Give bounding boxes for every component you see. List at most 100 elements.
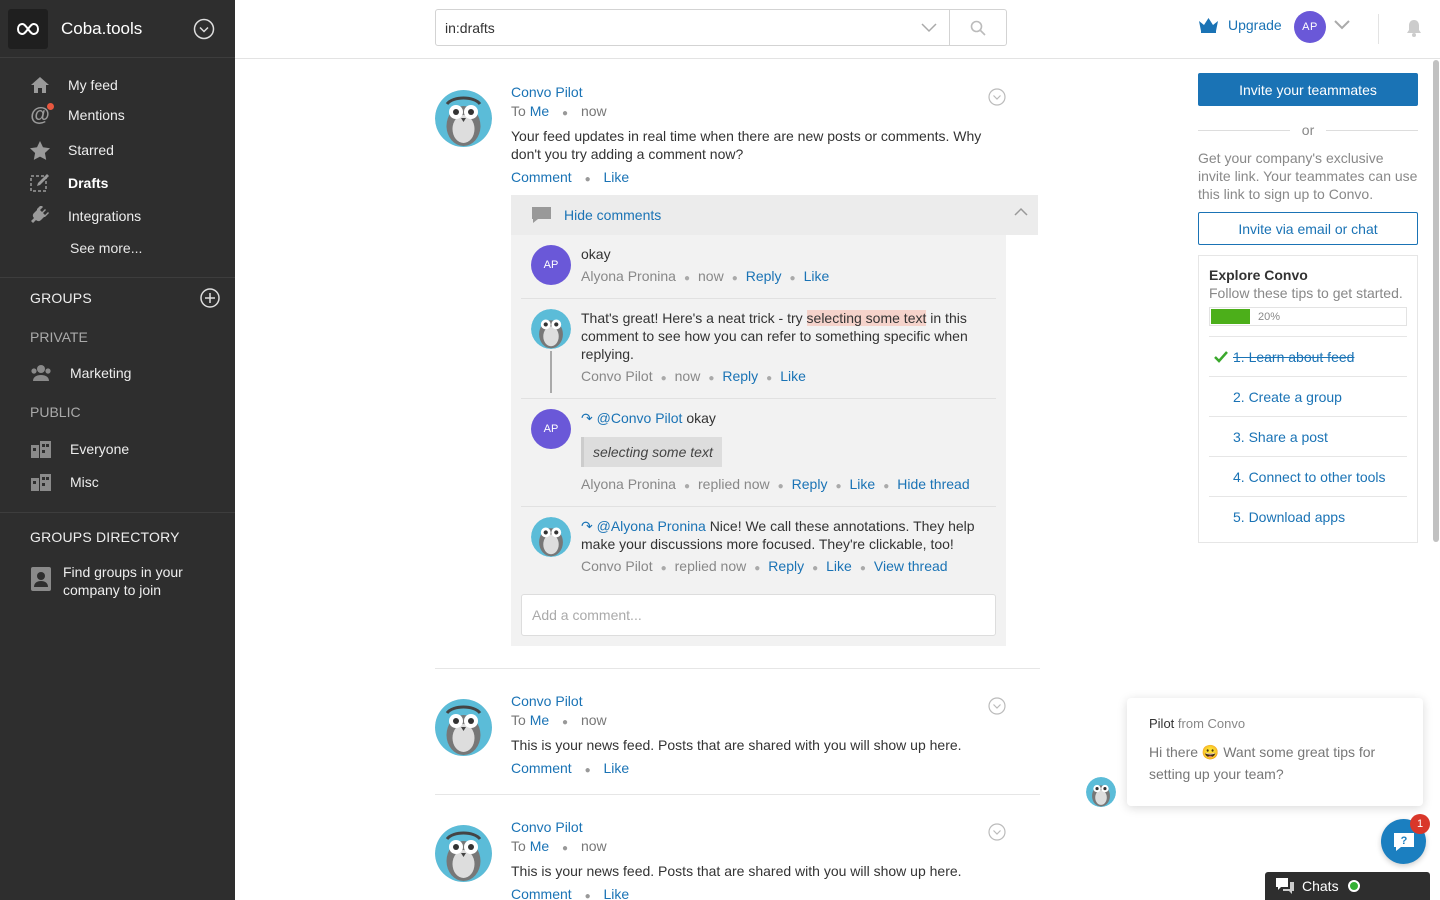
reply-button[interactable]: Reply xyxy=(746,268,782,284)
steps-list: 1. Learn about feed 2. Create a group 3.… xyxy=(1209,336,1407,536)
comment-button[interactable]: Comment xyxy=(511,886,572,900)
group-item-marketing[interactable]: Marketing xyxy=(0,356,235,390)
nav-label: Integrations xyxy=(68,208,142,224)
like-button[interactable]: Like xyxy=(850,476,876,492)
post-author[interactable]: Convo Pilot xyxy=(511,819,1006,836)
like-button[interactable]: Like xyxy=(804,268,830,284)
infinity-logo-icon[interactable] xyxy=(8,8,48,49)
nav-item-mentions[interactable]: @ Mentions xyxy=(0,100,235,130)
upgrade-link[interactable]: Upgrade xyxy=(1198,17,1282,33)
recipient-link[interactable]: Me xyxy=(530,103,549,119)
post-actions: Comment ● Like xyxy=(511,885,1006,900)
divider xyxy=(1378,14,1379,44)
group-item-everyone[interactable]: Everyone xyxy=(0,432,235,465)
nav-item-integrations[interactable]: Integrations xyxy=(0,196,235,236)
owl-avatar-icon[interactable] xyxy=(1086,777,1116,807)
separator-dot: ● xyxy=(708,373,715,384)
search-button[interactable] xyxy=(949,10,1006,45)
add-group-icon[interactable] xyxy=(200,288,220,308)
annotation-quote[interactable]: selecting some text xyxy=(581,437,722,467)
divider xyxy=(0,512,235,513)
like-button[interactable]: Like xyxy=(604,169,630,185)
post-menu-icon[interactable] xyxy=(988,823,1006,841)
owl-avatar-icon[interactable] xyxy=(435,699,492,756)
chevron-down-circle-icon[interactable] xyxy=(193,18,215,40)
reply-arrow-icon: ↷ xyxy=(581,410,593,426)
notification-badge: 1 xyxy=(1410,814,1430,834)
hide-comments-bar[interactable]: Hide comments xyxy=(511,195,1038,235)
post-text: This is your news feed. Posts that are s… xyxy=(511,863,962,879)
like-button[interactable]: Like xyxy=(604,760,630,776)
owl-avatar-icon[interactable] xyxy=(531,517,571,557)
feed: Convo Pilot To Me ● now Your feed update… xyxy=(435,60,1040,900)
reply-button[interactable]: Reply xyxy=(792,476,828,492)
pilot-chat-popup[interactable]: Pilot from Convo Hi there 😀 Want some gr… xyxy=(1127,698,1423,806)
separator-dot: ● xyxy=(812,563,819,574)
comment: ↷ @Alyona Pronina Nice! We call these an… xyxy=(521,507,996,588)
divider-line xyxy=(1326,129,1419,131)
user-avatar[interactable]: AP xyxy=(1294,11,1326,43)
post-author[interactable]: Convo Pilot xyxy=(511,693,1006,710)
commenter-avatar[interactable]: AP xyxy=(531,409,571,449)
or-label: or xyxy=(1301,122,1315,138)
annotation-highlight[interactable]: selecting some text xyxy=(806,310,927,326)
view-thread-button[interactable]: View thread xyxy=(874,558,948,574)
like-button[interactable]: Like xyxy=(780,368,806,384)
hide-thread-button[interactable]: Hide thread xyxy=(897,476,969,492)
find-groups-link[interactable]: Find groups in your company to join xyxy=(0,563,235,599)
mention-link[interactable]: @Alyona Pronina xyxy=(597,518,706,534)
chevron-down-icon[interactable] xyxy=(909,10,949,45)
popup-sender: Pilot from Convo xyxy=(1149,716,1401,731)
step-item[interactable]: 1. Learn about feed xyxy=(1209,336,1407,376)
chats-bar[interactable]: Chats xyxy=(1265,872,1430,900)
chevron-up-icon[interactable] xyxy=(1014,207,1028,216)
step-item[interactable]: 2. Create a group xyxy=(1209,376,1407,416)
step-item[interactable]: 4. Connect to other tools xyxy=(1209,456,1407,496)
see-more-link[interactable]: See more... xyxy=(0,236,235,260)
comment-button[interactable]: Comment xyxy=(511,760,572,776)
post-author[interactable]: Convo Pilot xyxy=(511,84,1006,101)
like-button[interactable]: Like xyxy=(604,886,630,900)
reply-button[interactable]: Reply xyxy=(722,368,758,384)
step-item[interactable]: 5. Download apps xyxy=(1209,496,1407,536)
owl-avatar-icon[interactable] xyxy=(531,309,571,349)
find-groups-label: Find groups in your company to join xyxy=(63,564,183,598)
recipient-link[interactable]: Me xyxy=(530,838,549,854)
to-label: To xyxy=(511,838,526,854)
commenter-avatar[interactable]: AP xyxy=(531,245,571,285)
progress-fill xyxy=(1211,309,1250,324)
add-comment-input[interactable] xyxy=(532,607,995,623)
bell-icon[interactable] xyxy=(1406,19,1422,37)
nav-item-starred[interactable]: Starred xyxy=(0,130,235,170)
comment-button[interactable]: Comment xyxy=(511,169,572,185)
like-button[interactable]: Like xyxy=(826,558,852,574)
invite-teammates-button[interactable]: Invite your teammates xyxy=(1198,73,1418,106)
chevron-down-icon[interactable] xyxy=(1334,20,1350,30)
mention-link[interactable]: @Convo Pilot xyxy=(597,410,683,426)
separator-dot: ● xyxy=(660,563,667,574)
comment-time: replied now xyxy=(698,476,770,492)
post-body: Convo Pilot To Me ● now Your feed update… xyxy=(511,84,1006,189)
post-menu-icon[interactable] xyxy=(988,88,1006,106)
post-meta: To Me ● now xyxy=(511,101,1006,124)
post-menu-icon[interactable] xyxy=(988,697,1006,715)
nav-item-drafts[interactable]: Drafts xyxy=(0,170,235,196)
nav-item-my-feed[interactable]: My feed xyxy=(0,70,235,100)
owl-avatar-icon[interactable] xyxy=(435,90,492,147)
scrollbar[interactable] xyxy=(1433,60,1439,542)
upgrade-label: Upgrade xyxy=(1228,17,1282,33)
recipient-link[interactable]: Me xyxy=(530,712,549,728)
reply-button[interactable]: Reply xyxy=(768,558,804,574)
group-item-misc[interactable]: Misc xyxy=(0,465,235,498)
group-label: Everyone xyxy=(70,440,130,457)
invite-email-button[interactable]: Invite via email or chat xyxy=(1198,212,1418,245)
post-actions: Comment ● Like xyxy=(511,168,1006,189)
groups-directory-title: GROUPS DIRECTORY xyxy=(30,529,180,545)
building-icon xyxy=(31,440,51,458)
owl-avatar-icon[interactable] xyxy=(435,825,492,882)
search-input[interactable] xyxy=(436,10,909,45)
post-time: now xyxy=(580,103,607,119)
separator-dot: ● xyxy=(731,273,738,284)
step-item[interactable]: 3. Share a post xyxy=(1209,416,1407,456)
step-label: 5. Download apps xyxy=(1233,508,1346,525)
